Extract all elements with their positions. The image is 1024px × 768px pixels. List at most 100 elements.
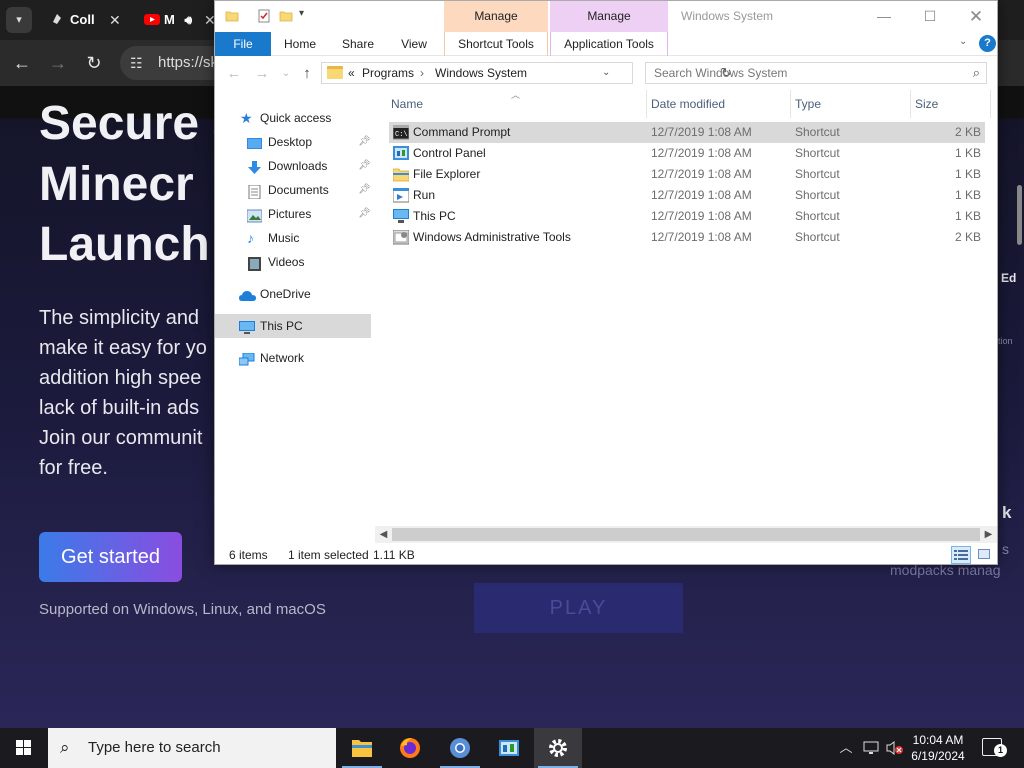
new-folder-icon[interactable] [279, 9, 293, 23]
page-scrollbar[interactable] [1014, 120, 1024, 728]
clock-date: 6/19/2024 [911, 749, 965, 763]
recent-locations-chevron-icon[interactable]: ⌄ [277, 65, 295, 83]
back-arrow-icon[interactable]: ← [225, 65, 243, 83]
tab-view[interactable]: View [389, 32, 439, 56]
gear-icon [549, 739, 567, 757]
tab-audio-icon[interactable]: 🔊︎ [184, 13, 192, 27]
file-row[interactable]: This PC 12/7/2019 1:08 AM Shortcut 1 KB [389, 206, 985, 227]
nav-pictures[interactable]: Pictures 📌︎ [215, 202, 385, 226]
horizontal-scrollbar[interactable]: ◀ ▶ [375, 526, 997, 543]
file-date: 12/7/2019 1:08 AM [651, 125, 752, 139]
tab-home[interactable]: Home [275, 32, 325, 56]
network-status-icon[interactable] [860, 728, 882, 768]
help-icon[interactable]: ? [979, 35, 996, 52]
play-button[interactable]: PLAY [474, 583, 683, 633]
horizontal-scroll-thumb[interactable] [392, 528, 980, 541]
reload-icon[interactable]: ↻ [83, 52, 105, 74]
star-icon: ★ [240, 110, 253, 126]
svg-text:C:\: C:\ [395, 131, 408, 139]
pin-icon[interactable]: 📌︎ [358, 202, 371, 226]
nav-this-pc[interactable]: This PC [215, 314, 371, 338]
file-size: 2 KB [954, 230, 981, 244]
file-row[interactable]: Run 12/7/2019 1:08 AM Shortcut 1 KB [389, 185, 985, 206]
taskbar-control-panel[interactable] [485, 728, 533, 768]
expand-ribbon-chevron-icon[interactable]: ⌄ [959, 36, 967, 47]
run-icon [392, 187, 410, 203]
nav-documents[interactable]: Documents 📌︎ [215, 178, 385, 202]
taskbar: ⌕ Type here to search ︿ 10:04 AM 6/19/20… [0, 728, 1024, 768]
customize-qat-chevron-icon[interactable]: ▾ [299, 8, 313, 22]
tab-share[interactable]: Share [333, 32, 383, 56]
pin-icon[interactable]: 📌︎ [358, 154, 371, 178]
tab-application-tools[interactable]: Application Tools [550, 32, 668, 56]
taskbar-chromium[interactable] [436, 728, 484, 768]
nav-music[interactable]: ♪ Music [215, 226, 385, 250]
browser-tab-1[interactable]: Coll [50, 6, 95, 34]
browser-tab-1-close-icon[interactable]: ✕ [109, 11, 121, 29]
pictures-icon [246, 207, 263, 223]
nav-network[interactable]: Network [215, 346, 385, 370]
page-scroll-thumb[interactable] [1017, 185, 1022, 245]
maximize-icon[interactable]: ☐ [907, 1, 953, 32]
pin-icon[interactable]: 📌︎ [358, 130, 371, 154]
nav-downloads[interactable]: Downloads 📌︎ [215, 154, 385, 178]
nav-label: Network [260, 351, 305, 365]
system-clock[interactable]: 10:04 AM 6/19/2024 [904, 732, 972, 764]
tab-search-button[interactable]: ▾ [6, 7, 32, 33]
search-box[interactable]: Search Windows System ⌕ [645, 62, 987, 84]
forward-arrow-icon[interactable]: → [253, 65, 271, 83]
large-icons-view-icon[interactable] [975, 546, 995, 564]
search-icon[interactable]: ⌕ [973, 63, 980, 83]
properties-icon[interactable] [257, 9, 271, 23]
breadcrumb-programs[interactable]: Programs [362, 63, 414, 83]
pin-icon[interactable]: 📌︎ [358, 178, 371, 202]
scroll-left-icon[interactable]: ◀ [375, 526, 392, 543]
close-icon[interactable]: ✕ [953, 1, 997, 32]
forward-icon[interactable]: → [47, 52, 69, 74]
nav-onedrive[interactable]: OneDrive [215, 282, 385, 306]
breadcrumb-windows-system[interactable]: Windows System [435, 63, 527, 83]
nav-label: Music [268, 231, 300, 245]
scroll-right-icon[interactable]: ▶ [980, 526, 997, 543]
file-row[interactable]: Windows Administrative Tools 12/7/2019 1… [389, 227, 985, 248]
address-overflow[interactable]: « [348, 63, 355, 83]
file-row[interactable]: Control Panel 12/7/2019 1:08 AM Shortcut… [389, 143, 985, 164]
show-hidden-icons-chevron-icon[interactable]: ︿ [836, 728, 856, 768]
nav-quick-access[interactable]: ★ Quick access [215, 106, 385, 130]
address-bar[interactable]: « Programs › Windows System ⌄ ↻ [321, 62, 732, 84]
volume-muted-icon[interactable] [884, 728, 906, 768]
site-settings-icon[interactable]: ☷ [130, 46, 143, 80]
column-header-date[interactable]: Date modified [647, 90, 791, 118]
browser-tab-2[interactable]: M 🔊︎ [144, 6, 192, 34]
column-header-size[interactable]: Size [911, 90, 991, 118]
nav-label: Videos [268, 255, 305, 269]
tab-shortcut-tools[interactable]: Shortcut Tools [444, 32, 548, 56]
taskbar-firefox[interactable] [386, 728, 434, 768]
nav-desktop[interactable]: Desktop 📌︎ [215, 130, 385, 154]
window-title: Windows System [681, 9, 774, 23]
details-view-icon[interactable] [951, 546, 971, 564]
tab-file[interactable]: File [215, 32, 271, 56]
file-row[interactable]: File Explorer 12/7/2019 1:08 AM Shortcut… [389, 164, 985, 185]
downloads-icon [247, 159, 262, 174]
up-arrow-icon[interactable]: ↑ [298, 65, 316, 83]
column-header-name-label: Name [391, 97, 424, 111]
back-icon[interactable]: ← [11, 52, 33, 74]
minimize-icon[interactable]: — [861, 1, 907, 32]
column-header-name[interactable]: Name ︿ [387, 90, 647, 118]
column-header-type[interactable]: Type [791, 90, 911, 118]
taskbar-settings[interactable] [534, 728, 582, 768]
taskbar-search-box[interactable]: ⌕ Type here to search [48, 728, 336, 768]
breadcrumb-separator-icon[interactable]: › [420, 63, 424, 83]
start-button[interactable] [0, 728, 48, 768]
nav-videos[interactable]: Videos [215, 250, 385, 274]
taskbar-file-explorer[interactable] [338, 728, 386, 768]
status-bar: 6 items 1 item selected 1.11 KB [215, 545, 997, 564]
file-row[interactable]: C:\ Command Prompt 12/7/2019 1:08 AM Sho… [389, 122, 985, 143]
right-fragment-s: s [1002, 541, 1009, 557]
get-started-button[interactable]: Get started [39, 532, 182, 582]
supported-platforms-text: Supported on Windows, Linux, and macOS [39, 601, 326, 618]
hero-paragraph-line: Join our communit [39, 427, 203, 449]
file-type: Shortcut [795, 209, 840, 223]
address-dropdown-chevron-icon[interactable]: ⌄ [602, 63, 610, 83]
